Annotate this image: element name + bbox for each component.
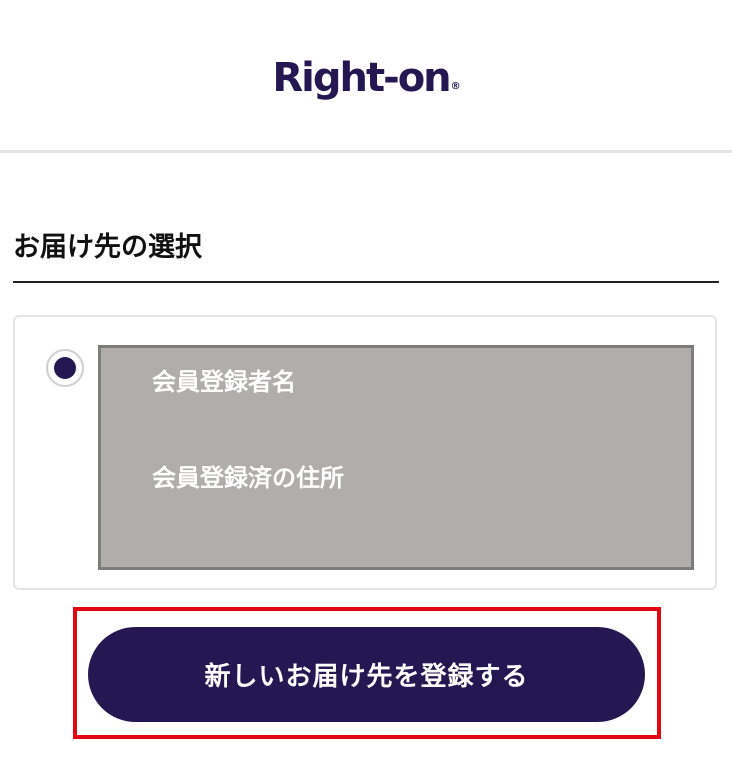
title-divider xyxy=(13,281,719,283)
registered-mark: ® xyxy=(450,81,461,92)
register-new-address-button[interactable]: 新しいお届け先を登録する xyxy=(88,627,645,722)
site-header: Right-on® xyxy=(0,0,732,153)
address-details: 会員登録者名 会員登録済の住所 xyxy=(98,345,694,570)
member-address: 会員登録済の住所 xyxy=(152,464,344,492)
radio-selected-indicator xyxy=(54,357,76,379)
right-on-logo[interactable]: Right-on® xyxy=(0,58,732,98)
member-name: 会員登録者名 xyxy=(152,368,296,396)
address-radio-button[interactable] xyxy=(46,349,84,387)
logo-text: Right-on xyxy=(272,55,451,101)
page-title: お届け先の選択 xyxy=(13,232,202,263)
